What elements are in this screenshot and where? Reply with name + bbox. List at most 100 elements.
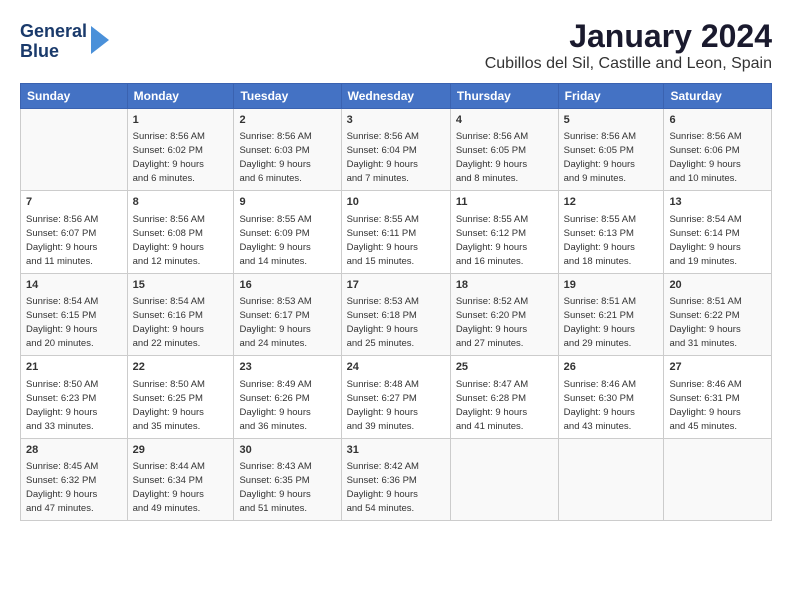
calendar-table: Sunday Monday Tuesday Wednesday Thursday… xyxy=(20,83,772,521)
day-info: Sunrise: 8:56 AM Sunset: 6:03 PM Dayligh… xyxy=(239,131,311,184)
day-info: Sunrise: 8:45 AM Sunset: 6:32 PM Dayligh… xyxy=(26,461,98,514)
logo-arrow-icon xyxy=(91,26,109,54)
table-row: 8 Sunrise: 8:56 AM Sunset: 6:08 PM Daylig… xyxy=(127,191,234,273)
table-row: 29 Sunrise: 8:44 AM Sunset: 6:34 PM Dayli… xyxy=(127,438,234,520)
day-info: Sunrise: 8:53 AM Sunset: 6:17 PM Dayligh… xyxy=(239,296,311,349)
day-number: 28 xyxy=(26,443,122,458)
day-number: 11 xyxy=(456,195,553,210)
table-row: 18 Sunrise: 8:52 AM Sunset: 6:20 PM Dayli… xyxy=(450,273,558,355)
day-info: Sunrise: 8:48 AM Sunset: 6:27 PM Dayligh… xyxy=(347,379,419,432)
table-row: 27 Sunrise: 8:46 AM Sunset: 6:31 PM Dayli… xyxy=(664,356,772,438)
day-info: Sunrise: 8:54 AM Sunset: 6:16 PM Dayligh… xyxy=(133,296,205,349)
day-number: 21 xyxy=(26,360,122,375)
day-number: 3 xyxy=(347,113,445,128)
col-friday: Friday xyxy=(558,84,664,109)
logo-text: General Blue xyxy=(20,22,87,62)
header-row: Sunday Monday Tuesday Wednesday Thursday… xyxy=(21,84,772,109)
day-number: 15 xyxy=(133,278,229,293)
day-info: Sunrise: 8:53 AM Sunset: 6:18 PM Dayligh… xyxy=(347,296,419,349)
table-row: 15 Sunrise: 8:54 AM Sunset: 6:16 PM Dayli… xyxy=(127,273,234,355)
day-info: Sunrise: 8:54 AM Sunset: 6:14 PM Dayligh… xyxy=(669,214,741,267)
day-info: Sunrise: 8:51 AM Sunset: 6:22 PM Dayligh… xyxy=(669,296,741,349)
day-number: 19 xyxy=(564,278,659,293)
table-row: 16 Sunrise: 8:53 AM Sunset: 6:17 PM Dayli… xyxy=(234,273,341,355)
calendar-row: 21 Sunrise: 8:50 AM Sunset: 6:23 PM Dayli… xyxy=(21,356,772,438)
day-info: Sunrise: 8:55 AM Sunset: 6:09 PM Dayligh… xyxy=(239,214,311,267)
table-row: 22Sunrise: 8:50 AM Sunset: 6:25 PM Dayli… xyxy=(127,356,234,438)
day-info: Sunrise: 8:50 AM Sunset: 6:23 PM Dayligh… xyxy=(26,379,98,432)
col-sunday: Sunday xyxy=(21,84,128,109)
table-row xyxy=(664,438,772,520)
day-number: 29 xyxy=(133,443,229,458)
day-info: Sunrise: 8:56 AM Sunset: 6:07 PM Dayligh… xyxy=(26,214,98,267)
day-number: 23 xyxy=(239,360,335,375)
day-number: 4 xyxy=(456,113,553,128)
table-row: 17 Sunrise: 8:53 AM Sunset: 6:18 PM Dayli… xyxy=(341,273,450,355)
day-number: 26 xyxy=(564,360,659,375)
day-number: 10 xyxy=(347,195,445,210)
day-number: 17 xyxy=(347,278,445,293)
table-row: 24 Sunrise: 8:48 AM Sunset: 6:27 PM Dayli… xyxy=(341,356,450,438)
day-number: 1 xyxy=(133,113,229,128)
col-wednesday: Wednesday xyxy=(341,84,450,109)
table-row: 9Sunrise: 8:55 AM Sunset: 6:09 PM Daylig… xyxy=(234,191,341,273)
table-row: 5 Sunrise: 8:56 AM Sunset: 6:05 PM Daylig… xyxy=(558,109,664,191)
day-number: 18 xyxy=(456,278,553,293)
day-info: Sunrise: 8:55 AM Sunset: 6:11 PM Dayligh… xyxy=(347,214,419,267)
table-row: 4Sunrise: 8:56 AM Sunset: 6:05 PM Daylig… xyxy=(450,109,558,191)
table-row: 6 Sunrise: 8:56 AM Sunset: 6:06 PM Daylig… xyxy=(664,109,772,191)
table-row: 12 Sunrise: 8:55 AM Sunset: 6:13 PM Dayli… xyxy=(558,191,664,273)
page: General Blue January 2024 Cubillos del S… xyxy=(0,0,792,531)
day-number: 6 xyxy=(669,113,766,128)
day-info: Sunrise: 8:56 AM Sunset: 6:08 PM Dayligh… xyxy=(133,214,205,267)
table-row: 23 Sunrise: 8:49 AM Sunset: 6:26 PM Dayli… xyxy=(234,356,341,438)
calendar-row: 7 Sunrise: 8:56 AM Sunset: 6:07 PM Daylig… xyxy=(21,191,772,273)
day-number: 12 xyxy=(564,195,659,210)
col-monday: Monday xyxy=(127,84,234,109)
day-info: Sunrise: 8:56 AM Sunset: 6:05 PM Dayligh… xyxy=(564,131,636,184)
table-row: 20 Sunrise: 8:51 AM Sunset: 6:22 PM Dayli… xyxy=(664,273,772,355)
day-number: 13 xyxy=(669,195,766,210)
table-row xyxy=(450,438,558,520)
table-row: 25Sunrise: 8:47 AM Sunset: 6:28 PM Dayli… xyxy=(450,356,558,438)
day-info: Sunrise: 8:49 AM Sunset: 6:26 PM Dayligh… xyxy=(239,379,311,432)
day-info: Sunrise: 8:56 AM Sunset: 6:06 PM Dayligh… xyxy=(669,131,741,184)
day-number: 2 xyxy=(239,113,335,128)
table-row: 30Sunrise: 8:43 AM Sunset: 6:35 PM Dayli… xyxy=(234,438,341,520)
table-row: 13 Sunrise: 8:54 AM Sunset: 6:14 PM Dayli… xyxy=(664,191,772,273)
table-row: 21 Sunrise: 8:50 AM Sunset: 6:23 PM Dayli… xyxy=(21,356,128,438)
day-info: Sunrise: 8:46 AM Sunset: 6:31 PM Dayligh… xyxy=(669,379,741,432)
day-info: Sunrise: 8:44 AM Sunset: 6:34 PM Dayligh… xyxy=(133,461,205,514)
table-row: 14 Sunrise: 8:54 AM Sunset: 6:15 PM Dayli… xyxy=(21,273,128,355)
day-info: Sunrise: 8:56 AM Sunset: 6:02 PM Dayligh… xyxy=(133,131,205,184)
col-saturday: Saturday xyxy=(664,84,772,109)
col-thursday: Thursday xyxy=(450,84,558,109)
day-info: Sunrise: 8:56 AM Sunset: 6:04 PM Dayligh… xyxy=(347,131,419,184)
day-number: 27 xyxy=(669,360,766,375)
day-info: Sunrise: 8:54 AM Sunset: 6:15 PM Dayligh… xyxy=(26,296,98,349)
day-number: 24 xyxy=(347,360,445,375)
table-row: 26 Sunrise: 8:46 AM Sunset: 6:30 PM Dayli… xyxy=(558,356,664,438)
day-info: Sunrise: 8:46 AM Sunset: 6:30 PM Dayligh… xyxy=(564,379,636,432)
day-number: 16 xyxy=(239,278,335,293)
day-info: Sunrise: 8:52 AM Sunset: 6:20 PM Dayligh… xyxy=(456,296,528,349)
day-number: 8 xyxy=(133,195,229,210)
table-row: 31Sunrise: 8:42 AM Sunset: 6:36 PM Dayli… xyxy=(341,438,450,520)
day-number: 5 xyxy=(564,113,659,128)
table-row: 2 Sunrise: 8:56 AM Sunset: 6:03 PM Daylig… xyxy=(234,109,341,191)
day-number: 20 xyxy=(669,278,766,293)
day-number: 7 xyxy=(26,195,122,210)
calendar-title: January 2024 xyxy=(485,18,772,55)
day-info: Sunrise: 8:42 AM Sunset: 6:36 PM Dayligh… xyxy=(347,461,419,514)
table-row: 28 Sunrise: 8:45 AM Sunset: 6:32 PM Dayli… xyxy=(21,438,128,520)
day-info: Sunrise: 8:55 AM Sunset: 6:12 PM Dayligh… xyxy=(456,214,528,267)
day-info: Sunrise: 8:50 AM Sunset: 6:25 PM Dayligh… xyxy=(133,379,205,432)
table-row xyxy=(21,109,128,191)
table-row: 11 Sunrise: 8:55 AM Sunset: 6:12 PM Dayli… xyxy=(450,191,558,273)
day-info: Sunrise: 8:55 AM Sunset: 6:13 PM Dayligh… xyxy=(564,214,636,267)
table-row: 10 Sunrise: 8:55 AM Sunset: 6:11 PM Dayli… xyxy=(341,191,450,273)
calendar-row: 1 Sunrise: 8:56 AM Sunset: 6:02 PM Daylig… xyxy=(21,109,772,191)
day-number: 25 xyxy=(456,360,553,375)
day-number: 14 xyxy=(26,278,122,293)
table-row: 19Sunrise: 8:51 AM Sunset: 6:21 PM Dayli… xyxy=(558,273,664,355)
